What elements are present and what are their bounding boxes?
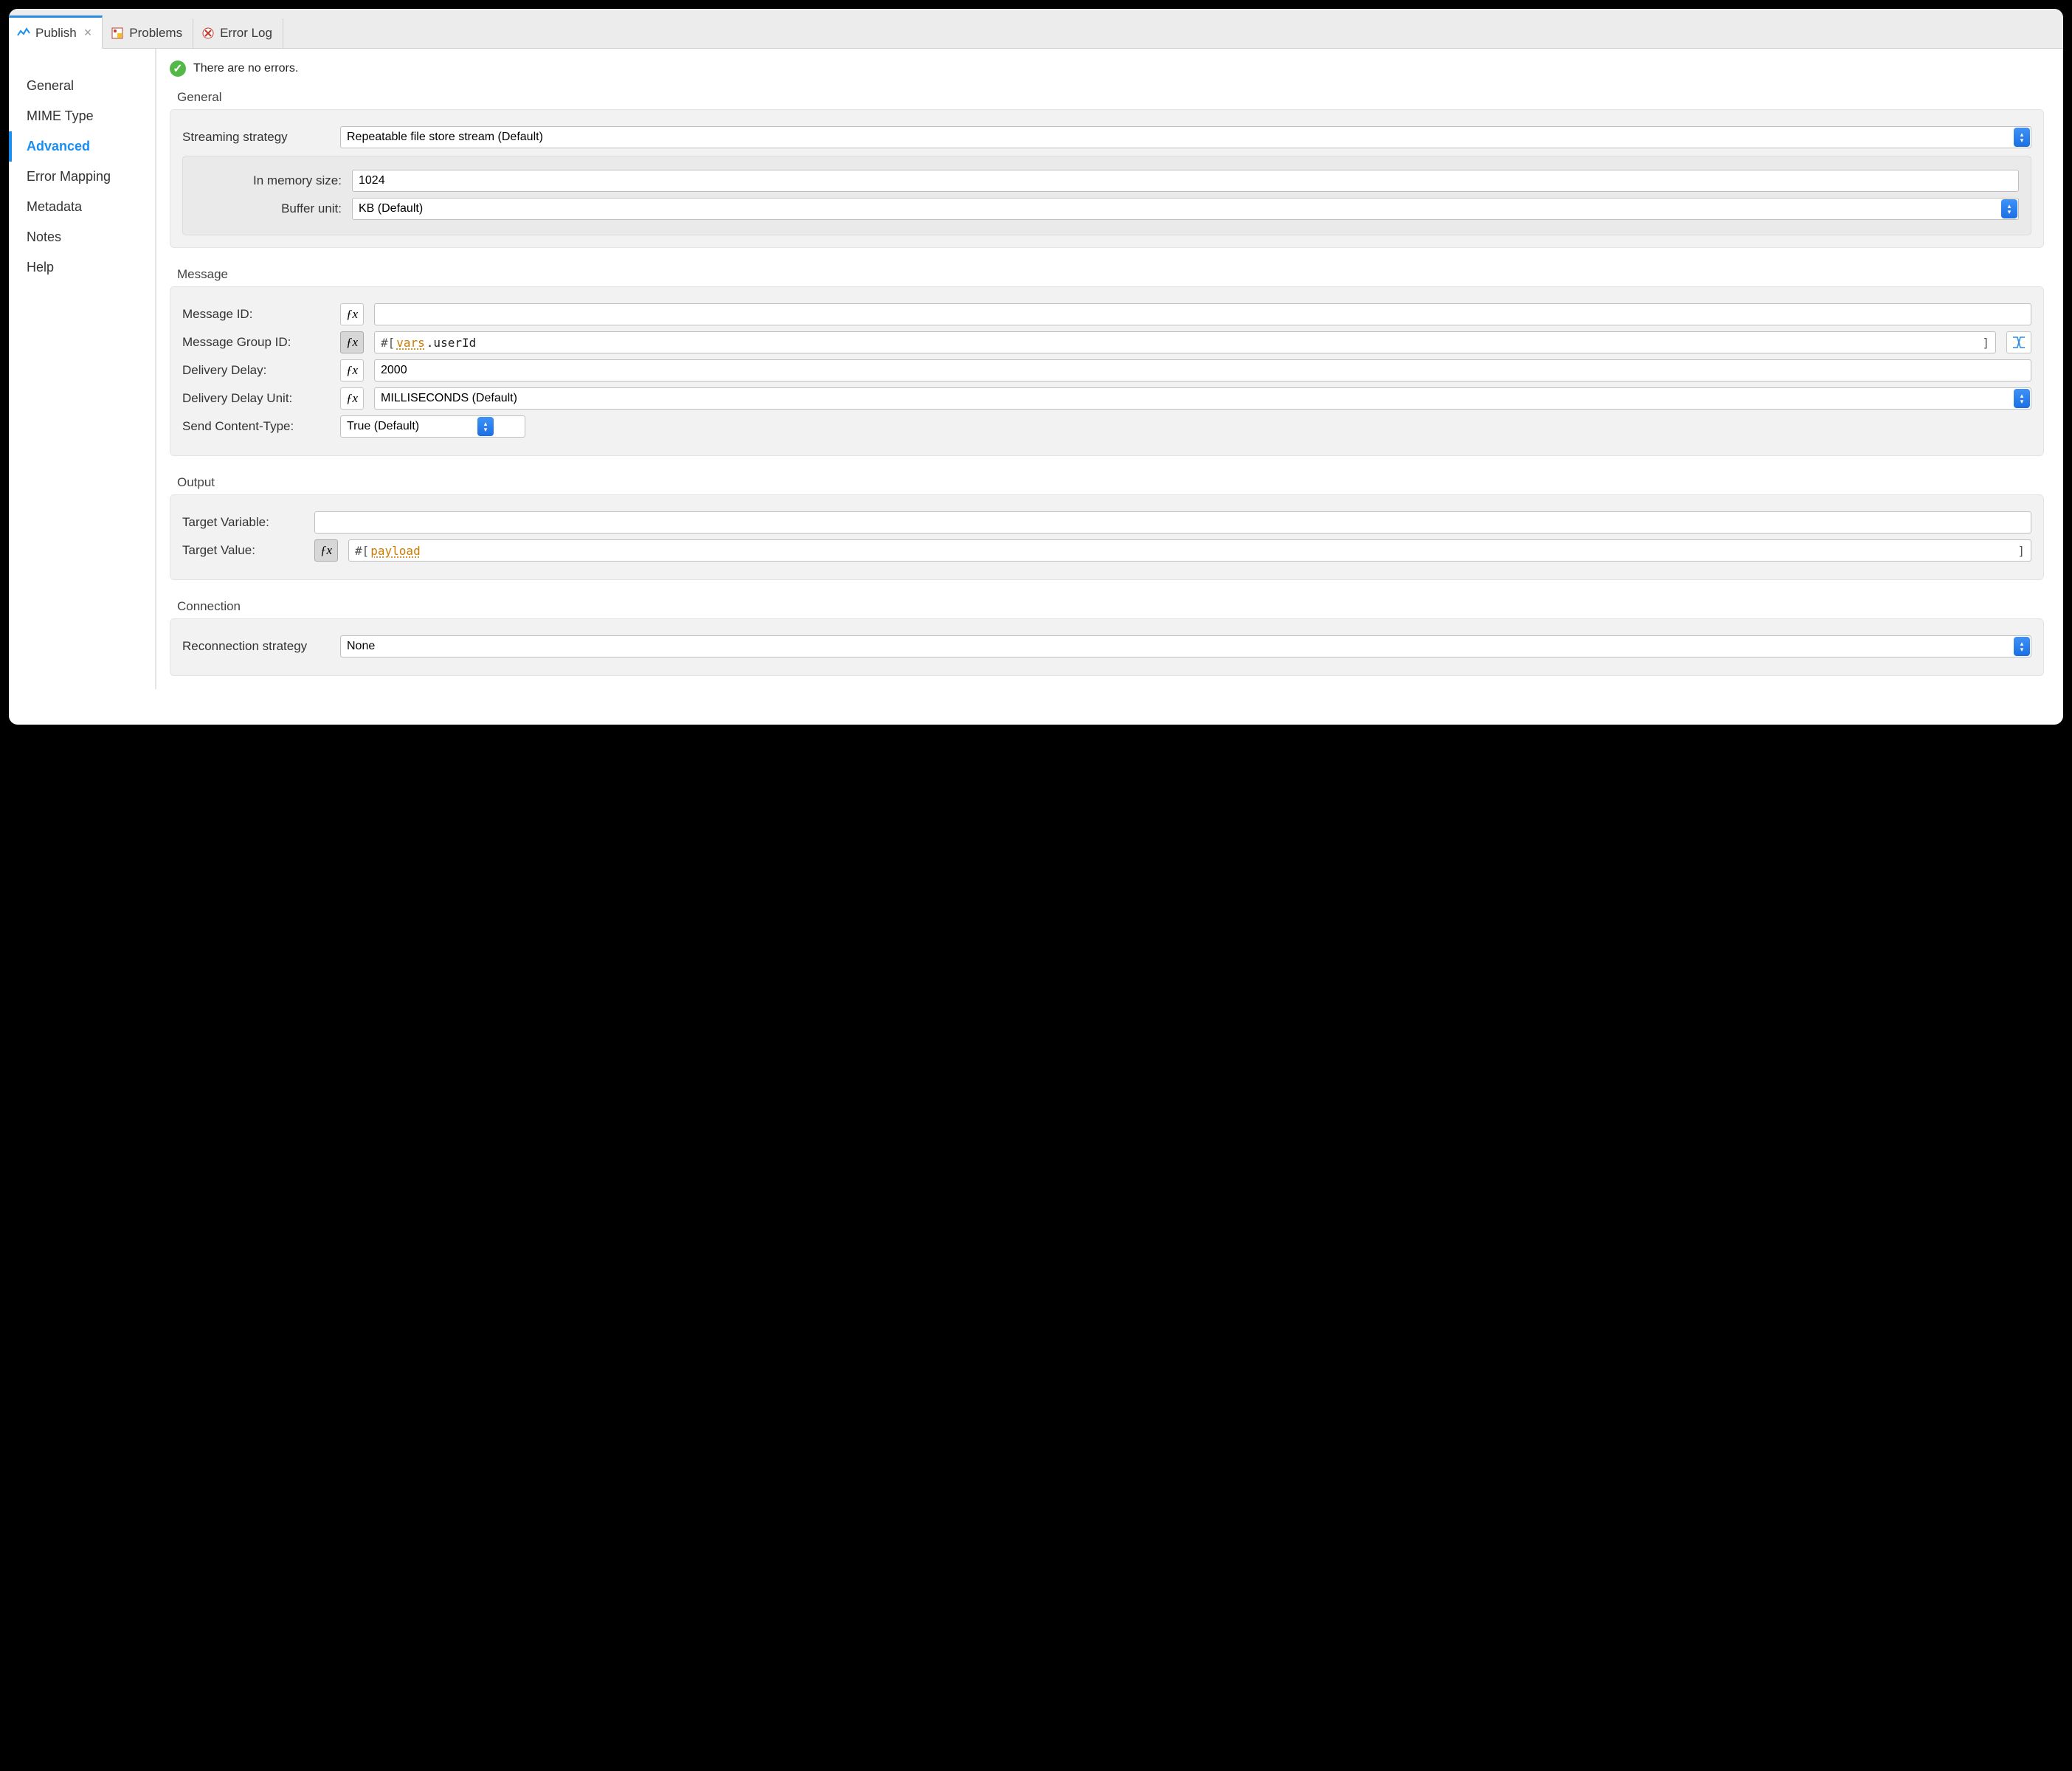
send-content-type-select[interactable] bbox=[340, 415, 495, 438]
in-memory-size-input[interactable] bbox=[352, 170, 2019, 192]
fx-button[interactable]: ƒx bbox=[340, 331, 364, 353]
properties-window: Publish × Problems Error Log General MIM… bbox=[9, 9, 2063, 725]
editor-tabs: Publish × Problems Error Log bbox=[9, 9, 2063, 49]
chevron-updown-icon[interactable] bbox=[2001, 199, 2017, 218]
message-id-label: Message ID: bbox=[182, 307, 330, 322]
expression-rest: .userId bbox=[427, 336, 476, 350]
target-variable-input[interactable] bbox=[314, 511, 2031, 534]
message-group-id-input[interactable]: #[ vars.userId ] bbox=[374, 331, 1996, 353]
validation-status: ✓ There are no errors. bbox=[156, 56, 2050, 81]
advanced-pane: ✓ There are no errors. General Streaming… bbox=[156, 49, 2063, 689]
validation-status-text: There are no errors. bbox=[193, 62, 298, 75]
chevron-updown-icon[interactable] bbox=[2014, 128, 2030, 147]
target-value-label: Target Value: bbox=[182, 543, 304, 558]
buffer-unit-label: Buffer unit: bbox=[213, 201, 342, 216]
buffer-unit-select[interactable] bbox=[352, 198, 2019, 220]
message-group-id-label: Message Group ID: bbox=[182, 335, 330, 350]
streaming-strategy-label: Streaming strategy bbox=[182, 130, 330, 145]
buffer-unit-value[interactable] bbox=[352, 198, 2019, 220]
in-memory-size-label: In memory size: bbox=[213, 173, 342, 188]
chevron-updown-icon[interactable] bbox=[477, 417, 494, 436]
tab-publish-label: Publish bbox=[35, 26, 77, 41]
delivery-delay-label: Delivery Delay: bbox=[182, 363, 330, 378]
streaming-strategy-value[interactable] bbox=[340, 126, 2031, 148]
target-value-input[interactable]: #[ payload ] bbox=[348, 539, 2031, 562]
expression-keyword: payload bbox=[370, 544, 420, 558]
tab-errorlog-label: Error Log bbox=[220, 26, 272, 41]
reconnection-strategy-select[interactable] bbox=[340, 635, 2031, 657]
section-connection: Reconnection strategy bbox=[170, 618, 2044, 676]
tab-problems-label: Problems bbox=[129, 26, 182, 41]
expression-suffix: ] bbox=[1982, 336, 1989, 350]
fx-button[interactable]: ƒx bbox=[340, 387, 364, 410]
chevron-updown-icon[interactable] bbox=[2014, 637, 2030, 656]
message-id-input[interactable] bbox=[374, 303, 2031, 325]
expression-prefix: #[ bbox=[381, 336, 395, 350]
section-output: Target Variable: Target Value: ƒx #[ pay… bbox=[170, 494, 2044, 580]
sidebar-item-advanced[interactable]: Advanced bbox=[9, 131, 155, 162]
reconnection-strategy-label: Reconnection strategy bbox=[182, 639, 330, 654]
sidebar-item-notes[interactable]: Notes bbox=[9, 222, 155, 252]
tab-errorlog[interactable]: Error Log bbox=[193, 18, 283, 48]
streaming-strategy-select[interactable] bbox=[340, 126, 2031, 148]
tab-problems[interactable]: Problems bbox=[103, 18, 193, 48]
delivery-delay-unit-select[interactable] bbox=[374, 387, 2031, 410]
send-content-type-value[interactable] bbox=[340, 415, 525, 438]
fx-button[interactable]: ƒx bbox=[340, 303, 364, 325]
section-title-output: Output bbox=[156, 466, 2050, 494]
target-variable-label: Target Variable: bbox=[182, 515, 304, 530]
section-message: Message ID: ƒx Message Group ID: ƒx #[ v… bbox=[170, 286, 2044, 456]
expression-prefix: #[ bbox=[355, 544, 369, 558]
send-content-type-label: Send Content-Type: bbox=[182, 419, 330, 434]
check-icon: ✓ bbox=[170, 61, 186, 77]
sidebar-item-error-mapping[interactable]: Error Mapping bbox=[9, 162, 155, 192]
sidebar-item-general[interactable]: General bbox=[9, 71, 155, 101]
sidebar-item-help[interactable]: Help bbox=[9, 252, 155, 283]
problems-icon bbox=[110, 26, 125, 41]
data-mapping-icon[interactable] bbox=[2006, 331, 2031, 353]
fx-button[interactable]: ƒx bbox=[340, 359, 364, 382]
sidebar-item-mime-type[interactable]: MIME Type bbox=[9, 101, 155, 131]
errorlog-icon bbox=[201, 26, 215, 41]
reconnection-strategy-value[interactable] bbox=[340, 635, 2031, 657]
expression-suffix: ] bbox=[2017, 544, 2025, 558]
delivery-delay-input[interactable] bbox=[374, 359, 2031, 382]
section-title-connection: Connection bbox=[156, 590, 2050, 618]
expression-keyword: vars bbox=[396, 336, 425, 350]
sidebar-item-metadata[interactable]: Metadata bbox=[9, 192, 155, 222]
streaming-sub-settings: In memory size: Buffer unit: bbox=[182, 156, 2031, 235]
publish-icon bbox=[16, 26, 31, 41]
close-icon[interactable]: × bbox=[84, 25, 92, 41]
settings-sidebar: General MIME Type Advanced Error Mapping… bbox=[9, 49, 156, 689]
section-title-message: Message bbox=[156, 258, 2050, 286]
section-title-general: General bbox=[156, 81, 2050, 109]
delivery-delay-unit-label: Delivery Delay Unit: bbox=[182, 391, 330, 406]
chevron-updown-icon[interactable] bbox=[2014, 389, 2030, 408]
tab-publish[interactable]: Publish × bbox=[9, 15, 103, 49]
section-general: Streaming strategy In memory size: Buffe… bbox=[170, 109, 2044, 248]
delivery-delay-unit-value[interactable] bbox=[374, 387, 2031, 410]
fx-button[interactable]: ƒx bbox=[314, 539, 338, 562]
